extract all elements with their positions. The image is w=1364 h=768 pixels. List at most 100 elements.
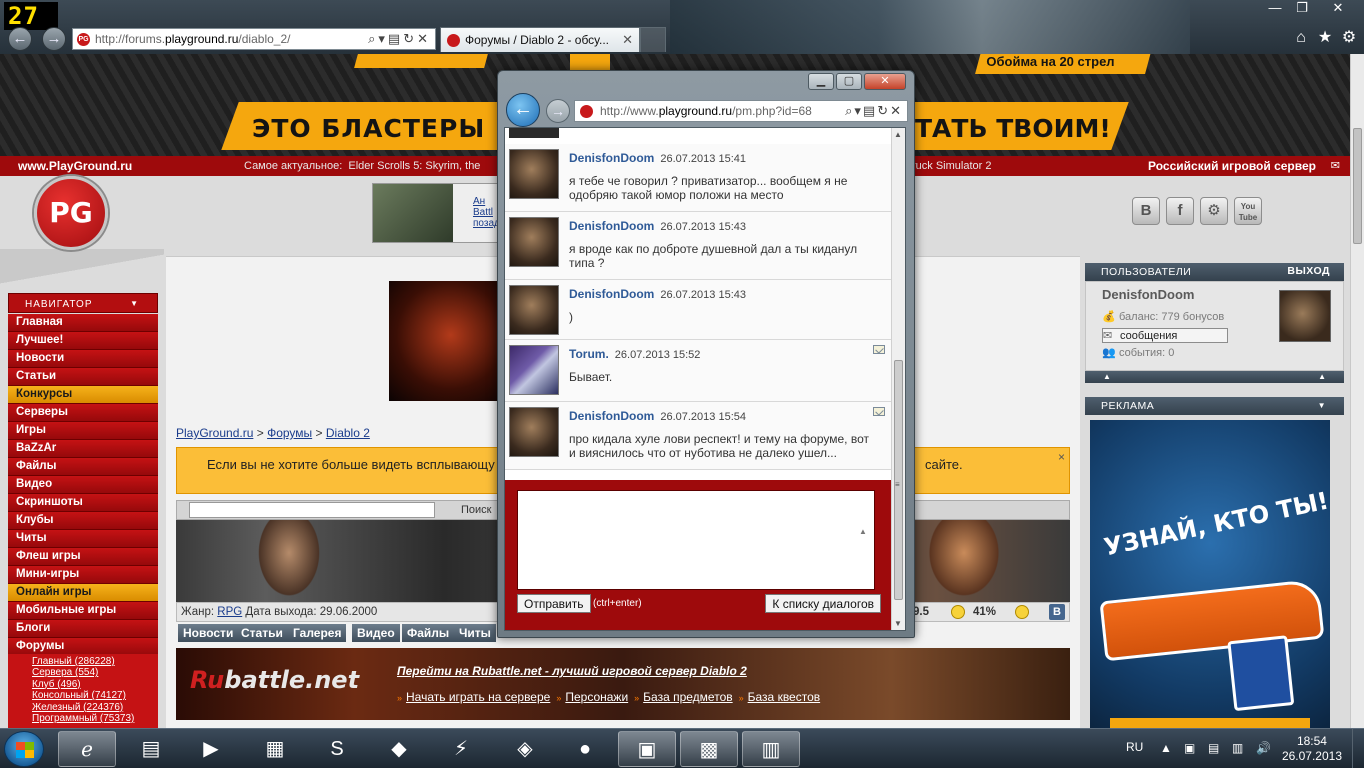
media-player-taskbar-icon[interactable]: ▶ xyxy=(182,731,240,767)
compat-icon[interactable]: ▤ xyxy=(863,103,877,118)
message-avatar[interactable] xyxy=(509,407,559,457)
dialog-list-button[interactable]: К списку диалогов xyxy=(765,594,881,613)
user-avatar[interactable] xyxy=(1279,290,1331,342)
search-icon[interactable]: ⌕ xyxy=(845,103,854,118)
rubattle-link[interactable]: База квестов xyxy=(748,690,821,704)
message-author[interactable]: Torum. 26.07.2013 15:52 xyxy=(569,347,700,361)
vk-share-icon[interactable]: B xyxy=(1049,604,1065,620)
tray-expand-icon[interactable]: ▲ xyxy=(1160,741,1172,755)
tray-icon[interactable]: ▤ xyxy=(1208,741,1219,755)
show-desktop-button[interactable] xyxy=(1352,729,1364,768)
messages-link[interactable]: ✉ сообщения xyxy=(1102,328,1228,343)
nav-item[interactable]: Читы xyxy=(8,530,158,548)
new-tab-button[interactable] xyxy=(640,27,666,52)
close-icon[interactable]: × xyxy=(1058,450,1065,464)
app-taskbar-icon[interactable]: ▥ xyxy=(742,731,800,767)
back-button[interactable]: ← xyxy=(506,93,540,127)
nav-item[interactable]: Конкурсы xyxy=(8,386,158,404)
rubattle-banner[interactable]: Rubattle.net Перейти на Rubattle.net - л… xyxy=(176,648,1070,720)
subforum-link[interactable]: Консольный (74127) xyxy=(32,690,158,701)
message-avatar[interactable] xyxy=(509,149,559,199)
rubattle-link[interactable]: Персонажи xyxy=(565,690,628,704)
reply-textarea[interactable] xyxy=(517,490,875,590)
message-author[interactable]: DenisfonDoom 26.07.2013 15:43 xyxy=(569,287,746,301)
nav-item[interactable]: Серверы xyxy=(8,404,158,422)
nav-header[interactable]: НАВИГАТОР ▼ xyxy=(8,293,158,313)
nav-item[interactable]: Мобильные игры xyxy=(8,602,158,620)
username[interactable]: DenisfonDoom xyxy=(1102,287,1194,302)
message-avatar[interactable] xyxy=(509,217,559,267)
mail-icon[interactable]: ✉ xyxy=(1331,159,1340,172)
tab-forum[interactable]: Форумы / Diablo 2 - обсу... ✕ xyxy=(440,27,640,52)
ie-taskbar-icon[interactable]: ℯ xyxy=(58,731,116,767)
collapse-up-icon[interactable]: ▲ xyxy=(1318,372,1326,381)
maximize-icon[interactable]: ❐ xyxy=(1290,0,1314,18)
refresh-icon[interactable]: ↻ xyxy=(403,31,417,46)
rubattle-link[interactable]: Начать играть на сервере xyxy=(406,690,550,704)
nav-item[interactable]: Мини-игры xyxy=(8,566,158,584)
nav-item[interactable]: Блоги xyxy=(8,620,158,638)
app-taskbar-icon[interactable]: ⚡ xyxy=(432,731,490,767)
language-indicator[interactable]: RU xyxy=(1126,740,1143,754)
scrollbar-thumb[interactable] xyxy=(1353,128,1362,244)
nav-item[interactable]: Видео xyxy=(8,476,158,494)
logout-button[interactable]: ВЫХОД xyxy=(1287,265,1330,277)
subforum-link[interactable]: Главный (286228) xyxy=(32,656,158,667)
app-taskbar-icon[interactable]: ◈ xyxy=(496,731,554,767)
game-tab[interactable]: Статьи xyxy=(236,624,288,642)
subforum-link[interactable]: Клуб (496) xyxy=(32,679,158,690)
nav-item[interactable]: Главная xyxy=(8,314,158,332)
scroll-down-icon[interactable]: ▼ xyxy=(894,619,902,628)
genre-link[interactable]: RPG xyxy=(217,606,242,618)
skype-taskbar-icon[interactable]: S xyxy=(308,731,366,767)
chevron-down-icon[interactable]: ▼ xyxy=(1318,401,1326,410)
nav-item[interactable]: Скриншоты xyxy=(8,494,158,512)
dropdown-icon[interactable]: ▾ xyxy=(854,103,863,118)
forward-button[interactable]: → xyxy=(546,99,570,123)
network-icon[interactable]: ▥ xyxy=(1232,741,1243,755)
game-tab[interactable]: Галерея xyxy=(288,624,347,642)
favorites-icon[interactable]: ★ xyxy=(1315,28,1335,48)
nav-item[interactable]: Онлайн игры xyxy=(8,584,158,602)
compat-icon[interactable]: ▤ xyxy=(388,31,403,46)
app-taskbar-icon[interactable]: ▣ xyxy=(618,731,676,767)
ad-text[interactable]: Ан Battl позад xyxy=(473,196,500,229)
home-icon[interactable]: ⌂ xyxy=(1291,28,1311,48)
rubattle-title-link[interactable]: Перейти на Rubattle.net - лучший игровой… xyxy=(397,664,747,678)
site-name-link[interactable]: www.PlayGround.ru xyxy=(18,159,132,173)
nav-item[interactable]: Новости xyxy=(8,350,158,368)
game-tab[interactable]: Читы xyxy=(454,624,496,642)
nav-item[interactable]: Клубы xyxy=(8,512,158,530)
game-tab[interactable]: Новости xyxy=(178,624,239,642)
nav-item[interactable]: Лучшее! xyxy=(8,332,158,350)
message-author[interactable]: DenisfonDoom 26.07.2013 15:54 xyxy=(569,409,746,423)
youtube-icon[interactable]: You Tube xyxy=(1234,197,1262,225)
breadcrumb-forums[interactable]: Форумы xyxy=(267,426,312,440)
hot-ticker-item[interactable]: ruck Simulator 2 xyxy=(912,160,991,172)
subforum-link[interactable]: Сервера (554) xyxy=(32,667,158,678)
start-button[interactable] xyxy=(4,731,44,767)
stop-icon[interactable]: ✕ xyxy=(890,103,903,118)
breadcrumb-game[interactable]: Diablo 2 xyxy=(326,426,370,440)
address-bar[interactable]: PG http://forums.playground.ru/diablo_2/… xyxy=(72,28,436,50)
message-avatar[interactable] xyxy=(509,345,559,395)
search-button[interactable]: Поиск xyxy=(461,504,491,516)
minimize-icon[interactable]: ▁ xyxy=(808,73,834,90)
close-tab-icon[interactable]: ✕ xyxy=(622,32,633,48)
app-taskbar-icon[interactable]: ▩ xyxy=(680,731,738,767)
nav-item[interactable]: Файлы xyxy=(8,458,158,476)
address-tools[interactable]: ⌕▾▤↻✕ xyxy=(845,103,903,119)
events[interactable]: 👥 события: 0 xyxy=(1102,346,1174,359)
forward-button[interactable]: → xyxy=(42,27,66,51)
collapse-up-icon[interactable]: ▲ xyxy=(1103,372,1111,381)
app-taskbar-icon[interactable]: ◆ xyxy=(370,731,428,767)
server-link[interactable]: Российский игровой сервер xyxy=(1148,159,1316,173)
subforum-link[interactable]: Железный (224376) xyxy=(32,702,158,713)
subforum-link[interactable]: Программный (75373) xyxy=(32,713,158,724)
app-taskbar-icon[interactable]: ● xyxy=(556,731,614,767)
minimize-icon[interactable]: — xyxy=(1263,0,1287,18)
game-search-input[interactable] xyxy=(189,502,435,518)
side-ad-box[interactable]: Ан Battl позад xyxy=(372,183,502,243)
app-taskbar-icon[interactable]: ▦ xyxy=(246,731,304,767)
rubattle-link[interactable]: База предметов xyxy=(643,690,732,704)
